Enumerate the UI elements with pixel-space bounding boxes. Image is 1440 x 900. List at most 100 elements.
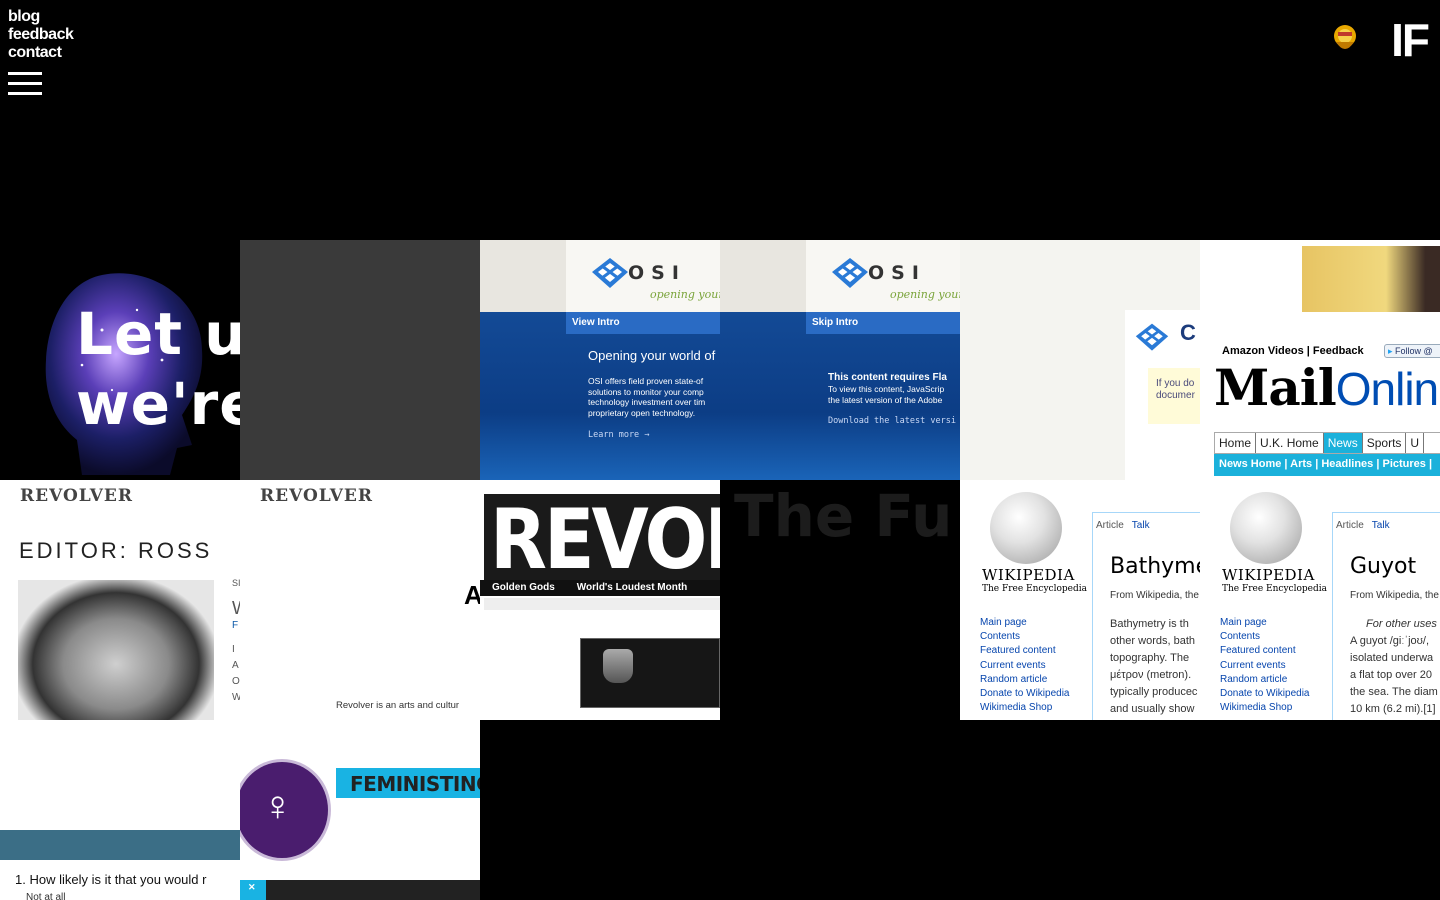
- wiki-link-main-page[interactable]: Main page: [1220, 616, 1310, 630]
- mail-nav-news[interactable]: News: [1323, 433, 1363, 453]
- tab-article[interactable]: Article: [1096, 520, 1124, 531]
- crown-icon: [603, 649, 633, 683]
- golden-gods-link[interactable]: Golden Gods: [492, 582, 555, 593]
- wiki-nav-links: Main page Contents Featured content Curr…: [1220, 616, 1310, 715]
- nav-contact-link[interactable]: contact: [8, 44, 73, 62]
- article-from-line: From Wikipedia, the: [1350, 590, 1439, 601]
- tile-survey[interactable]: 1. How likely is it that you would r Not…: [0, 720, 240, 900]
- wiki-link-featured[interactable]: Featured content: [1220, 644, 1310, 658]
- tile-wikipedia-bathymetry[interactable]: WIKIPEDIA The Free Encyclopedia Main pag…: [960, 480, 1200, 720]
- sidebar-text: I: [232, 644, 235, 655]
- wiki-nav-links: Main page Contents Featured content Curr…: [980, 616, 1070, 715]
- wiki-link-contents[interactable]: Contents: [1220, 630, 1310, 644]
- wiki-sidebar: WIKIPEDIA The Free Encyclopedia Main pag…: [1200, 480, 1332, 720]
- mail-top-links[interactable]: Amazon Videos | Feedback: [1222, 345, 1364, 357]
- tile-flash-notice[interactable]: C If you do documer: [960, 240, 1200, 480]
- nav-feedback-link[interactable]: feedback: [8, 26, 74, 44]
- tile-the-future[interactable]: The Fu: [720, 480, 960, 720]
- tile-osi-view-intro[interactable]: OSI opening your View Intro Opening your…: [480, 240, 720, 480]
- feministing-title: FEMINISTING: [350, 772, 480, 796]
- mail-nav-more[interactable]: U: [1406, 433, 1425, 453]
- tile-wikipedia-guyot[interactable]: WIKIPEDIA The Free Encyclopedia Main pag…: [1200, 480, 1440, 720]
- tile-revolver-magazine[interactable]: REVOLV Golden Gods World's Loudest Month: [480, 480, 720, 720]
- sidebar-text: A: [232, 660, 239, 671]
- view-intro-link[interactable]: View Intro: [572, 317, 620, 328]
- wikipedia-wordmark: WIKIPEDIA: [982, 566, 1075, 584]
- mail-nav-uk-home[interactable]: U.K. Home: [1256, 433, 1324, 453]
- download-flash-link[interactable]: Download the latest versi: [828, 416, 956, 426]
- worlds-loudest-month-link[interactable]: World's Loudest Month: [577, 582, 688, 593]
- survey-header-strip: [0, 830, 240, 860]
- survey-option[interactable]: Not at all: [26, 892, 65, 900]
- sidebar-label: SI: [232, 578, 240, 588]
- about-heading-letter: A: [464, 580, 480, 610]
- sidebar-title: W: [232, 598, 240, 619]
- future-heading: The Fu: [734, 482, 953, 550]
- wiki-link-donate[interactable]: Donate to Wikipedia: [980, 687, 1070, 701]
- wikipedia-tagline: The Free Encyclopedia: [1222, 584, 1327, 594]
- skip-intro-link[interactable]: Skip Intro: [812, 317, 858, 328]
- tile-blank-gray[interactable]: [240, 240, 480, 480]
- revolver-stripe: [484, 598, 720, 610]
- tab-talk[interactable]: Talk: [1132, 520, 1150, 531]
- brand-logo[interactable]: IF: [1391, 14, 1430, 66]
- osi-heading: Opening your world of: [588, 348, 716, 363]
- wiki-link-random[interactable]: Random article: [980, 673, 1070, 687]
- osi-header: OSI opening your: [806, 240, 960, 312]
- wiki-link-shop[interactable]: Wikimedia Shop: [980, 701, 1070, 715]
- osi-body: OSI offers field proven state-of solution…: [588, 376, 706, 418]
- tile-let-us[interactable]: Let u we're: [0, 240, 240, 480]
- tile-mail-online[interactable]: Amazon Videos | Feedback ▸ Follow @ Mail…: [1200, 240, 1440, 480]
- tab-article[interactable]: Article: [1336, 520, 1364, 531]
- learn-more-link[interactable]: Learn more →: [588, 430, 649, 440]
- tile-feministing[interactable]: ♀ FEMINISTING ✕: [240, 720, 480, 900]
- tile-osi-skip-intro[interactable]: OSI opening your Skip Intro This content…: [720, 240, 960, 480]
- hamburger-menu-icon[interactable]: [8, 72, 42, 96]
- osi-intro-bar[interactable]: View Intro: [566, 312, 720, 334]
- tab-talk[interactable]: Talk: [1372, 520, 1390, 531]
- sidebar-link[interactable]: F: [232, 620, 238, 631]
- tile-revolver-editor[interactable]: REVOLVER EDITOR: ROSS SI W F I A O W: [0, 480, 240, 720]
- revolver-logo: REVOLVER: [260, 486, 373, 506]
- mail-primary-nav: Home U.K. Home News Sports U: [1214, 432, 1440, 454]
- wiki-link-shop[interactable]: Wikimedia Shop: [1220, 701, 1310, 715]
- editor-heading: EDITOR: ROSS: [19, 538, 213, 563]
- osi-intro-bar[interactable]: Skip Intro: [806, 312, 960, 334]
- wikipedia-globe-icon[interactable]: [990, 492, 1062, 564]
- wikipedia-globe-icon[interactable]: [1230, 492, 1302, 564]
- revolver-ad[interactable]: [580, 638, 720, 708]
- revolver-sub-nav: Golden Gods World's Loudest Month: [480, 580, 720, 596]
- osi-logo-icon: [1135, 323, 1169, 351]
- revolver-logo: REVOLVER: [20, 486, 133, 506]
- article-body: Bathymetry is th other words, bath topogra…: [1110, 618, 1198, 715]
- feministing-mudflap-logo-icon[interactable]: ♀: [240, 762, 328, 858]
- twitter-follow-button[interactable]: ▸ Follow @: [1384, 344, 1440, 358]
- wiki-link-main-page[interactable]: Main page: [980, 616, 1070, 630]
- article-body: For other uses A guyot /ɡiːˈjoʊ/, isolated…: [1350, 618, 1438, 715]
- mail-masthead: MailOnlin: [1214, 358, 1439, 417]
- osi-header: OSI opening your: [566, 240, 720, 312]
- wiki-link-current-events[interactable]: Current events: [980, 659, 1070, 673]
- osi-logo-text: OSI: [868, 262, 926, 284]
- osi-logo-text: OSI: [628, 262, 686, 284]
- mail-sub-nav[interactable]: News Home | Arts | Headlines | Pictures …: [1214, 454, 1440, 476]
- wiki-link-current-events[interactable]: Current events: [1220, 659, 1310, 673]
- wiki-link-featured[interactable]: Featured content: [980, 644, 1070, 658]
- flash-required-heading: This content requires Fla: [828, 372, 947, 383]
- revolver-banner: REVOLV: [484, 494, 720, 584]
- tile-revolver-about[interactable]: REVOLVER A Revolver is an arts and cultu…: [240, 480, 480, 720]
- nav-blog-link[interactable]: blog: [8, 8, 73, 26]
- editor-portrait: [18, 580, 214, 720]
- wiki-link-contents[interactable]: Contents: [980, 630, 1070, 644]
- wiki-link-donate[interactable]: Donate to Wikipedia: [1220, 687, 1310, 701]
- mail-nav-home[interactable]: Home: [1215, 433, 1257, 453]
- about-text: Revolver is an arts and cultur: [336, 700, 460, 711]
- wiki-sidebar: WIKIPEDIA The Free Encyclopedia Main pag…: [960, 480, 1092, 720]
- flash-title-letter: C: [1180, 320, 1196, 345]
- article-title: Bathyme: [1110, 554, 1200, 579]
- feministing-title-bar[interactable]: FEMINISTING: [336, 768, 480, 798]
- close-icon[interactable]: ✕: [240, 880, 266, 900]
- mail-nav-sports[interactable]: Sports: [1363, 433, 1407, 453]
- wiki-link-random[interactable]: Random article: [1220, 673, 1310, 687]
- twitter-bird-icon: ▸: [1388, 346, 1393, 356]
